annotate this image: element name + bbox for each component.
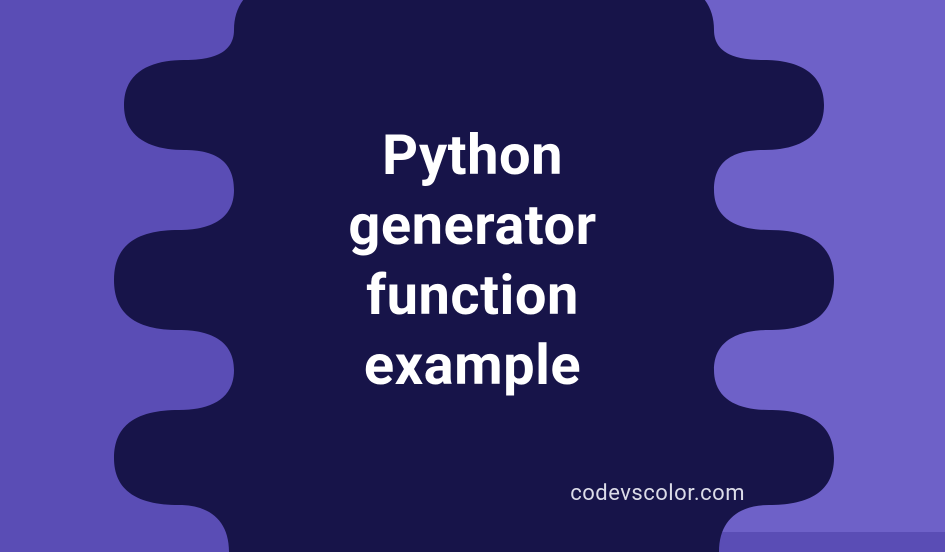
title-line-2: generator	[0, 190, 945, 260]
title-line-1: Python	[0, 120, 945, 190]
title-line-3: function	[0, 260, 945, 330]
banner-title: Python generator function example	[0, 120, 945, 400]
banner-canvas: Python generator function example codevs…	[0, 0, 945, 532]
attribution-text: codevscolor.com	[570, 481, 745, 506]
title-line-4: example	[0, 330, 945, 400]
